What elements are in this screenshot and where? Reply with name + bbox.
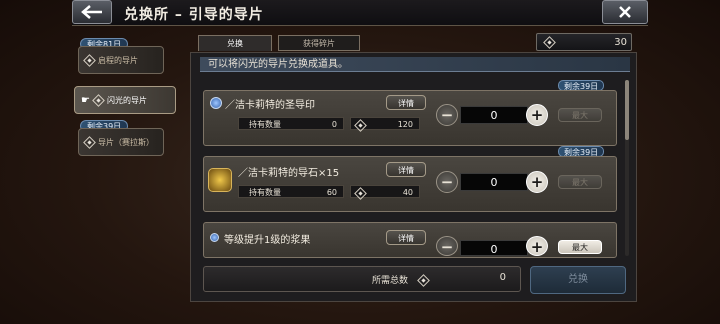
- currency-counter: 30: [536, 33, 632, 51]
- max-button[interactable]: 最大: [558, 108, 602, 122]
- detail-button[interactable]: 详情: [386, 162, 426, 177]
- sidebar-item-start-fragment[interactable]: 启程的导片: [78, 46, 164, 74]
- total-required-label: 所需总数: [372, 276, 409, 286]
- scrollbar-thumb[interactable]: [625, 80, 629, 140]
- total-required-bar: 所需总数 0: [203, 266, 521, 292]
- detail-button[interactable]: 详情: [386, 230, 426, 245]
- diamond-icon: [83, 53, 96, 67]
- tab-exchange[interactable]: 兑换: [198, 35, 272, 51]
- hand-pointer-icon: ☛: [81, 94, 90, 106]
- decrease-button[interactable]: −: [436, 236, 458, 256]
- decrease-button[interactable]: −: [436, 171, 458, 193]
- hold-label: 持有数量: [249, 120, 281, 129]
- diamond-icon: [83, 135, 96, 149]
- quantity-value: 0: [460, 173, 528, 191]
- diamond-icon: [92, 93, 105, 107]
- increase-button[interactable]: +: [526, 236, 548, 256]
- exchange-button[interactable]: 兑换: [530, 266, 626, 294]
- item-name: ／洁卡莉特的导石×15: [238, 168, 340, 179]
- close-icon: [619, 6, 631, 18]
- diamond-icon: [417, 274, 430, 287]
- item-name: 等级提升1级的浆果: [224, 235, 311, 246]
- diamond-icon: [354, 119, 367, 132]
- max-button[interactable]: 最大: [558, 175, 602, 189]
- decrease-button[interactable]: −: [436, 104, 458, 126]
- arrow-left-icon: [81, 5, 102, 19]
- hold-count-box: 持有数量 60: [238, 185, 344, 198]
- detail-button[interactable]: 详情: [386, 95, 426, 110]
- max-button[interactable]: 最大: [558, 240, 602, 254]
- sidebar-item-silas-fragment[interactable]: 导片（赛拉斯）: [78, 128, 164, 156]
- cost-box: 120: [350, 117, 420, 132]
- quantity-value: 0: [460, 240, 528, 256]
- page-title: 兑换所 – 引导的导片: [124, 7, 264, 23]
- hold-count-box: 持有数量 0: [238, 117, 344, 130]
- info-banner: 可以将闪光的导片兑换成道具。: [200, 57, 630, 72]
- sidebar-item-label: 导片（赛拉斯）: [98, 137, 154, 147]
- sidebar-item-label: 启程的导片: [98, 55, 138, 65]
- cost-box: 40: [350, 185, 420, 200]
- hold-value: 0: [331, 120, 337, 129]
- berry-icon: [210, 233, 219, 242]
- currency-value: 30: [614, 36, 627, 48]
- hold-value: 60: [326, 188, 337, 197]
- cost-value: 40: [402, 188, 413, 197]
- sidebar-item-shining-fragment[interactable]: ☛ 闪光的导片: [74, 86, 176, 114]
- cost-value: 120: [397, 120, 413, 129]
- quantity-value: 0: [460, 106, 528, 124]
- back-button[interactable]: [72, 0, 112, 24]
- diamond-icon: [543, 35, 556, 49]
- seal-icon: [210, 97, 222, 109]
- hold-label: 持有数量: [249, 188, 281, 197]
- tab-obtain-fragments[interactable]: 获得碎片: [278, 35, 360, 51]
- diamond-icon: [354, 187, 367, 200]
- increase-button[interactable]: +: [526, 171, 548, 193]
- item-name: ／洁卡莉特的圣导印: [225, 100, 315, 111]
- close-button[interactable]: [602, 0, 648, 24]
- sidebar-item-label: 闪光的导片: [106, 95, 147, 105]
- increase-button[interactable]: +: [526, 104, 548, 126]
- guide-stone-icon: [208, 168, 232, 192]
- total-required-value: 0: [499, 272, 506, 283]
